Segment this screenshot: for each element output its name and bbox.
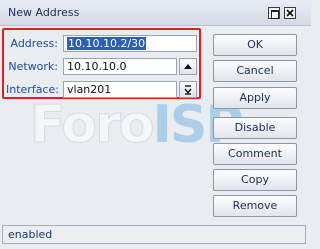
dropdown-arrow-icon <box>184 85 192 95</box>
triangle-up-icon <box>184 64 192 69</box>
cancel-button[interactable]: Cancel <box>213 60 297 82</box>
network-input[interactable]: 10.10.10.0 <box>63 58 177 75</box>
status-text: enabled <box>8 228 53 241</box>
copy-button[interactable]: Copy <box>213 169 297 191</box>
interface-select[interactable]: vlan201 <box>63 81 177 98</box>
remove-button[interactable]: Remove <box>213 195 297 217</box>
disable-button[interactable]: Disable <box>213 117 297 139</box>
comment-button[interactable]: Comment <box>213 143 297 165</box>
title-bar[interactable]: New Address <box>0 0 311 26</box>
address-form: Address: 10.10.10.2/30 Network: 10.10.10… <box>0 25 212 225</box>
window-title: New Address <box>8 6 80 19</box>
close-icon[interactable] <box>284 7 296 19</box>
apply-button[interactable]: Apply <box>213 87 297 109</box>
interface-dropdown-button[interactable] <box>179 81 197 98</box>
status-bar: enabled <box>2 225 306 244</box>
interface-label: Interface: <box>6 83 59 96</box>
restore-icon[interactable] <box>268 7 280 19</box>
network-value: 10.10.10.0 <box>67 60 127 73</box>
new-address-window: New Address Address: 10.10.10.2/30 Netwo… <box>0 0 311 249</box>
interface-value: vlan201 <box>67 83 112 96</box>
ok-button[interactable]: OK <box>213 34 297 56</box>
address-label: Address: <box>10 37 58 50</box>
network-label: Network: <box>8 60 58 73</box>
address-input[interactable]: 10.10.10.2/30 <box>63 35 197 52</box>
address-value: 10.10.10.2/30 <box>67 37 147 50</box>
network-collapse-button[interactable] <box>179 58 197 75</box>
